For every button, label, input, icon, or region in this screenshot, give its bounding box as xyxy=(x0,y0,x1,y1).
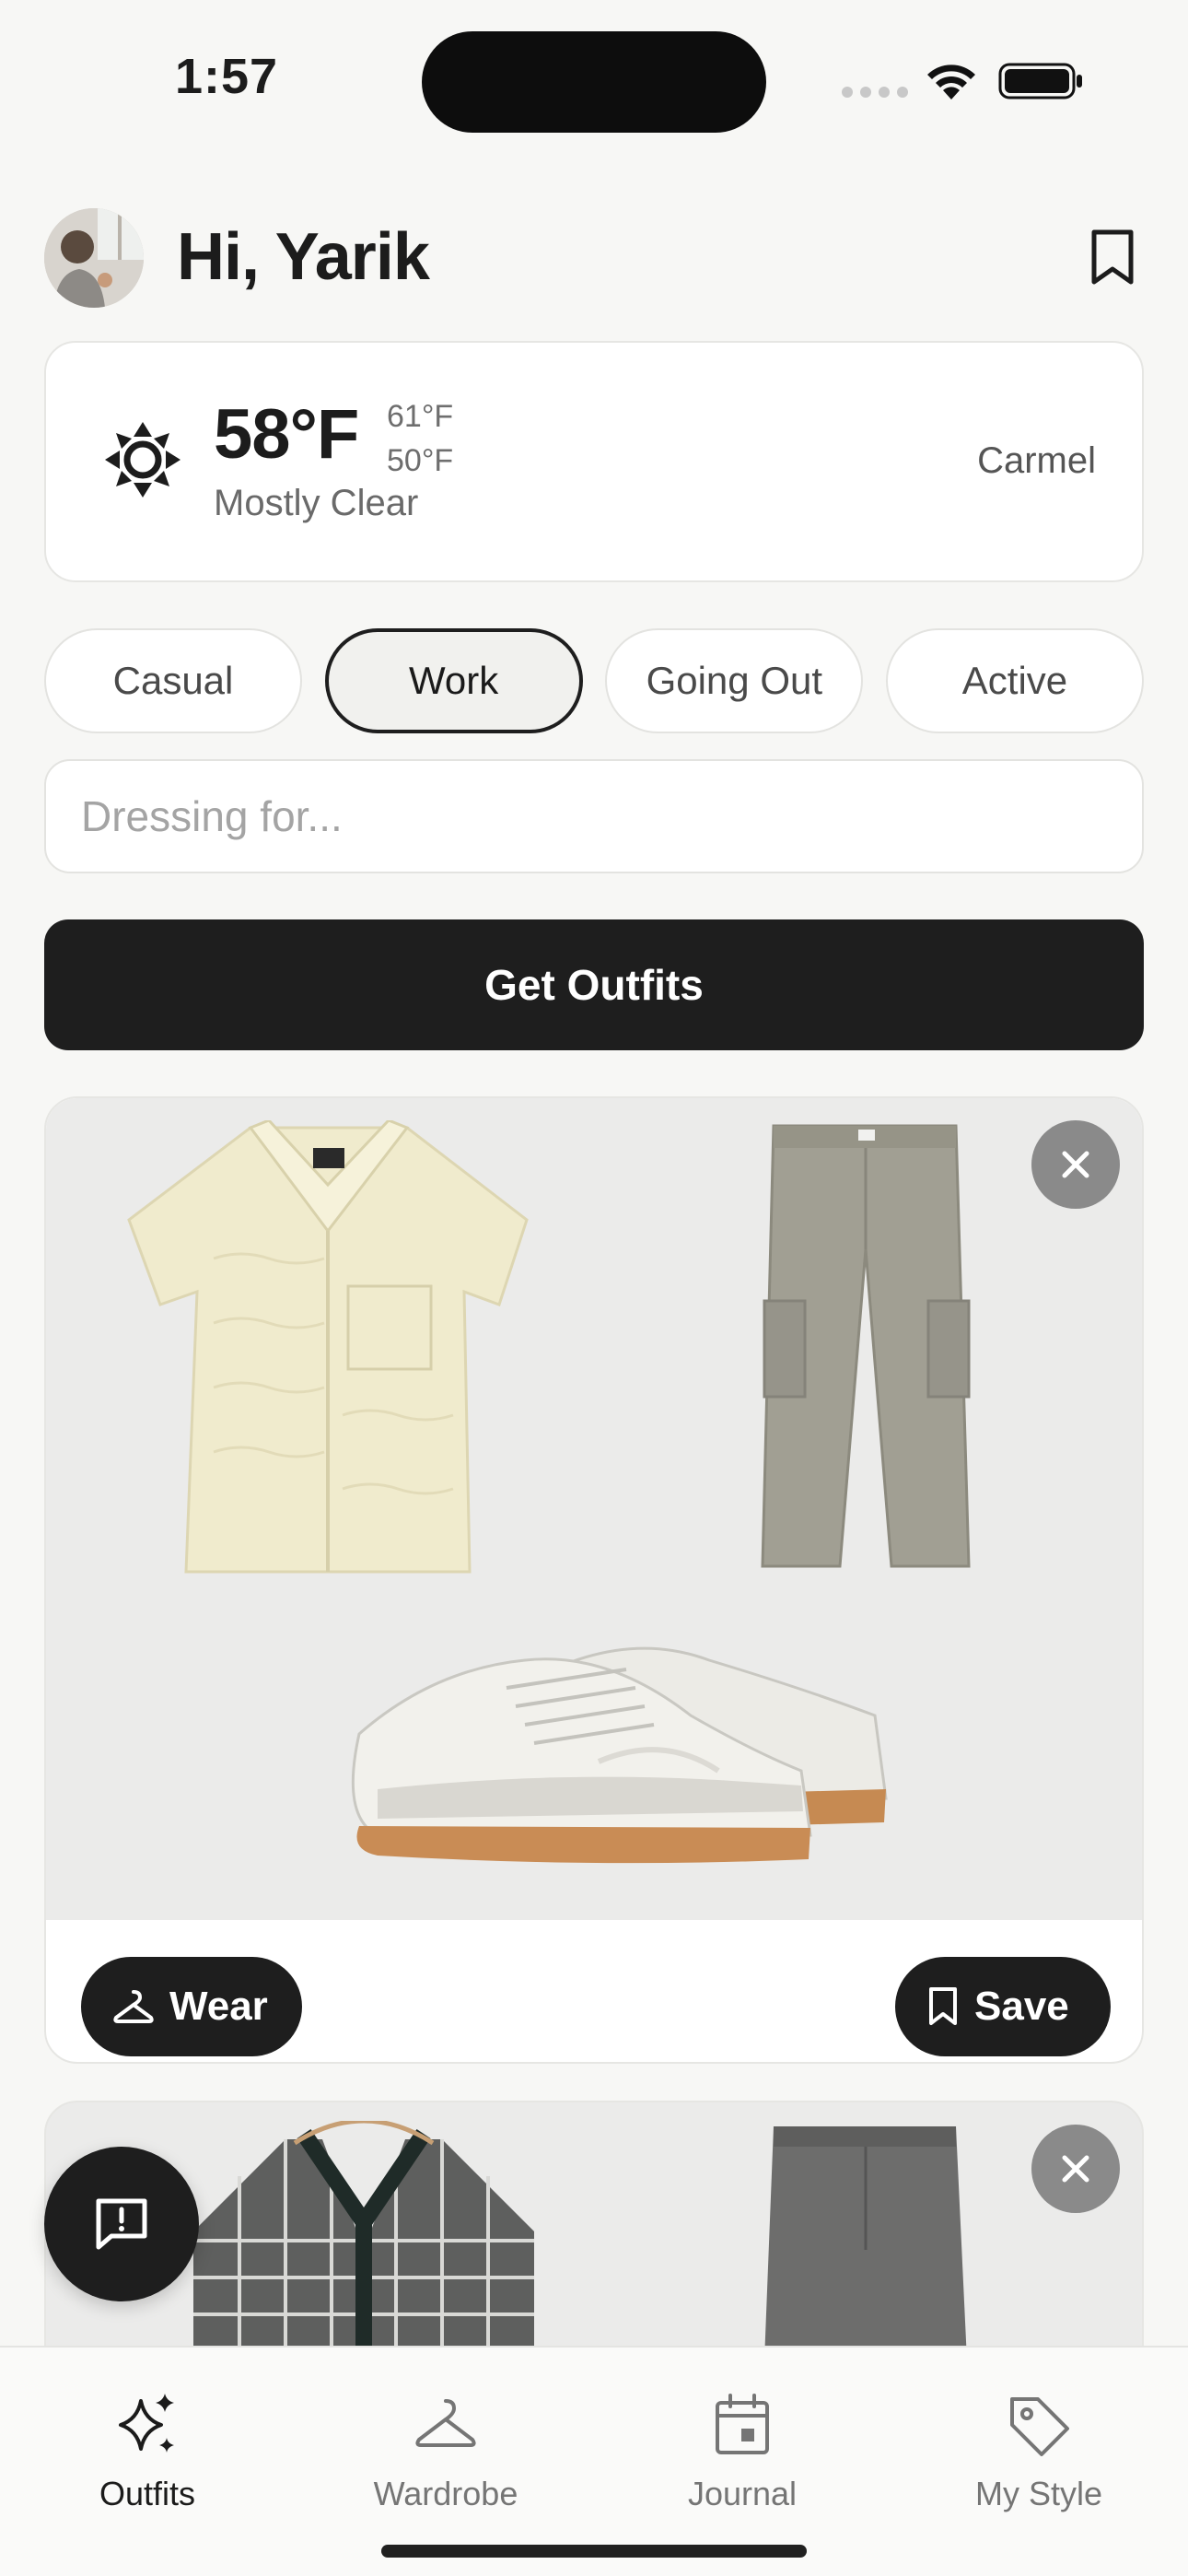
profile-photo xyxy=(44,208,144,308)
dynamic-island xyxy=(422,31,766,133)
bookmark-icon[interactable] xyxy=(1087,228,1138,287)
tag-icon xyxy=(1010,2397,1069,2456)
outfit-image xyxy=(46,1098,1142,1920)
current-temperature: 58°F xyxy=(214,395,359,474)
outfit-card: Wear Save xyxy=(44,1096,1144,2064)
tab-my-style[interactable]: My Style xyxy=(928,2392,1149,2513)
tab-label: Wardrobe xyxy=(373,2475,518,2512)
message-alert-icon xyxy=(96,2198,147,2250)
tab-journal[interactable]: Journal xyxy=(632,2392,853,2513)
tab-label: Journal xyxy=(687,2475,798,2512)
polo-image xyxy=(193,2121,534,2351)
calendar-icon xyxy=(716,2394,769,2454)
bookmark-icon xyxy=(929,1987,957,2025)
feedback-button[interactable] xyxy=(44,2147,199,2301)
close-icon xyxy=(1062,2155,1089,2183)
shirt-image xyxy=(127,1120,529,1574)
save-label: Save xyxy=(974,1984,1069,2029)
hanger-icon xyxy=(415,2399,476,2447)
cellular-signal-icon xyxy=(842,87,908,98)
outfit-actions: Wear Save xyxy=(46,1920,1142,2062)
avatar[interactable] xyxy=(44,208,144,308)
sparkles-icon xyxy=(119,2394,174,2453)
wear-button[interactable]: Wear xyxy=(81,1957,302,2056)
chip-going-out[interactable]: Going Out xyxy=(605,628,864,733)
dismiss-outfit-button[interactable] xyxy=(1031,1120,1120,1209)
tab-wardrobe[interactable]: Wardrobe xyxy=(335,2392,556,2513)
tab-label: Outfits xyxy=(99,2475,196,2512)
chip-active[interactable]: Active xyxy=(885,628,1144,733)
home-indicator[interactable] xyxy=(381,2545,807,2558)
chip-casual[interactable]: Casual xyxy=(44,628,302,733)
sneakers-image xyxy=(351,1646,888,1864)
weather-condition: Mostly Clear xyxy=(214,483,419,523)
tab-outfits[interactable]: Outfits xyxy=(37,2392,258,2513)
trousers-image xyxy=(764,2126,967,2360)
weather-location[interactable]: Carmel xyxy=(977,440,1096,482)
tab-label: My Style xyxy=(974,2475,1103,2512)
low-temperature: 50°F xyxy=(387,443,454,478)
tab-bar: Outfits Wardrobe Journal My Style xyxy=(0,2346,1188,2576)
status-bar: 1:57 xyxy=(0,0,1188,138)
weather-card: 58°F 61°F 50°F Mostly Clear Carmel xyxy=(44,341,1144,582)
hanger-icon xyxy=(113,1990,154,2023)
status-time: 1:57 xyxy=(175,49,279,104)
chip-work[interactable]: Work xyxy=(324,628,583,733)
close-icon xyxy=(1062,1151,1089,1178)
temperature-range: 61°F 50°F xyxy=(387,394,453,483)
dressing-for-input[interactable] xyxy=(44,759,1144,873)
battery-icon xyxy=(998,63,1082,100)
get-outfits-button[interactable]: Get Outfits xyxy=(44,919,1144,1050)
pants-image xyxy=(761,1124,971,1568)
high-temperature: 61°F xyxy=(387,399,454,434)
greeting-title: Hi, Yarik xyxy=(177,220,430,294)
wifi-icon xyxy=(927,64,975,100)
sun-icon xyxy=(105,422,181,498)
wear-label: Wear xyxy=(169,1984,268,2029)
dismiss-outfit-button-2[interactable] xyxy=(1031,2125,1120,2213)
occasion-chips: Casual Work Going Out Active xyxy=(44,628,1144,733)
save-button[interactable]: Save xyxy=(895,1957,1111,2056)
